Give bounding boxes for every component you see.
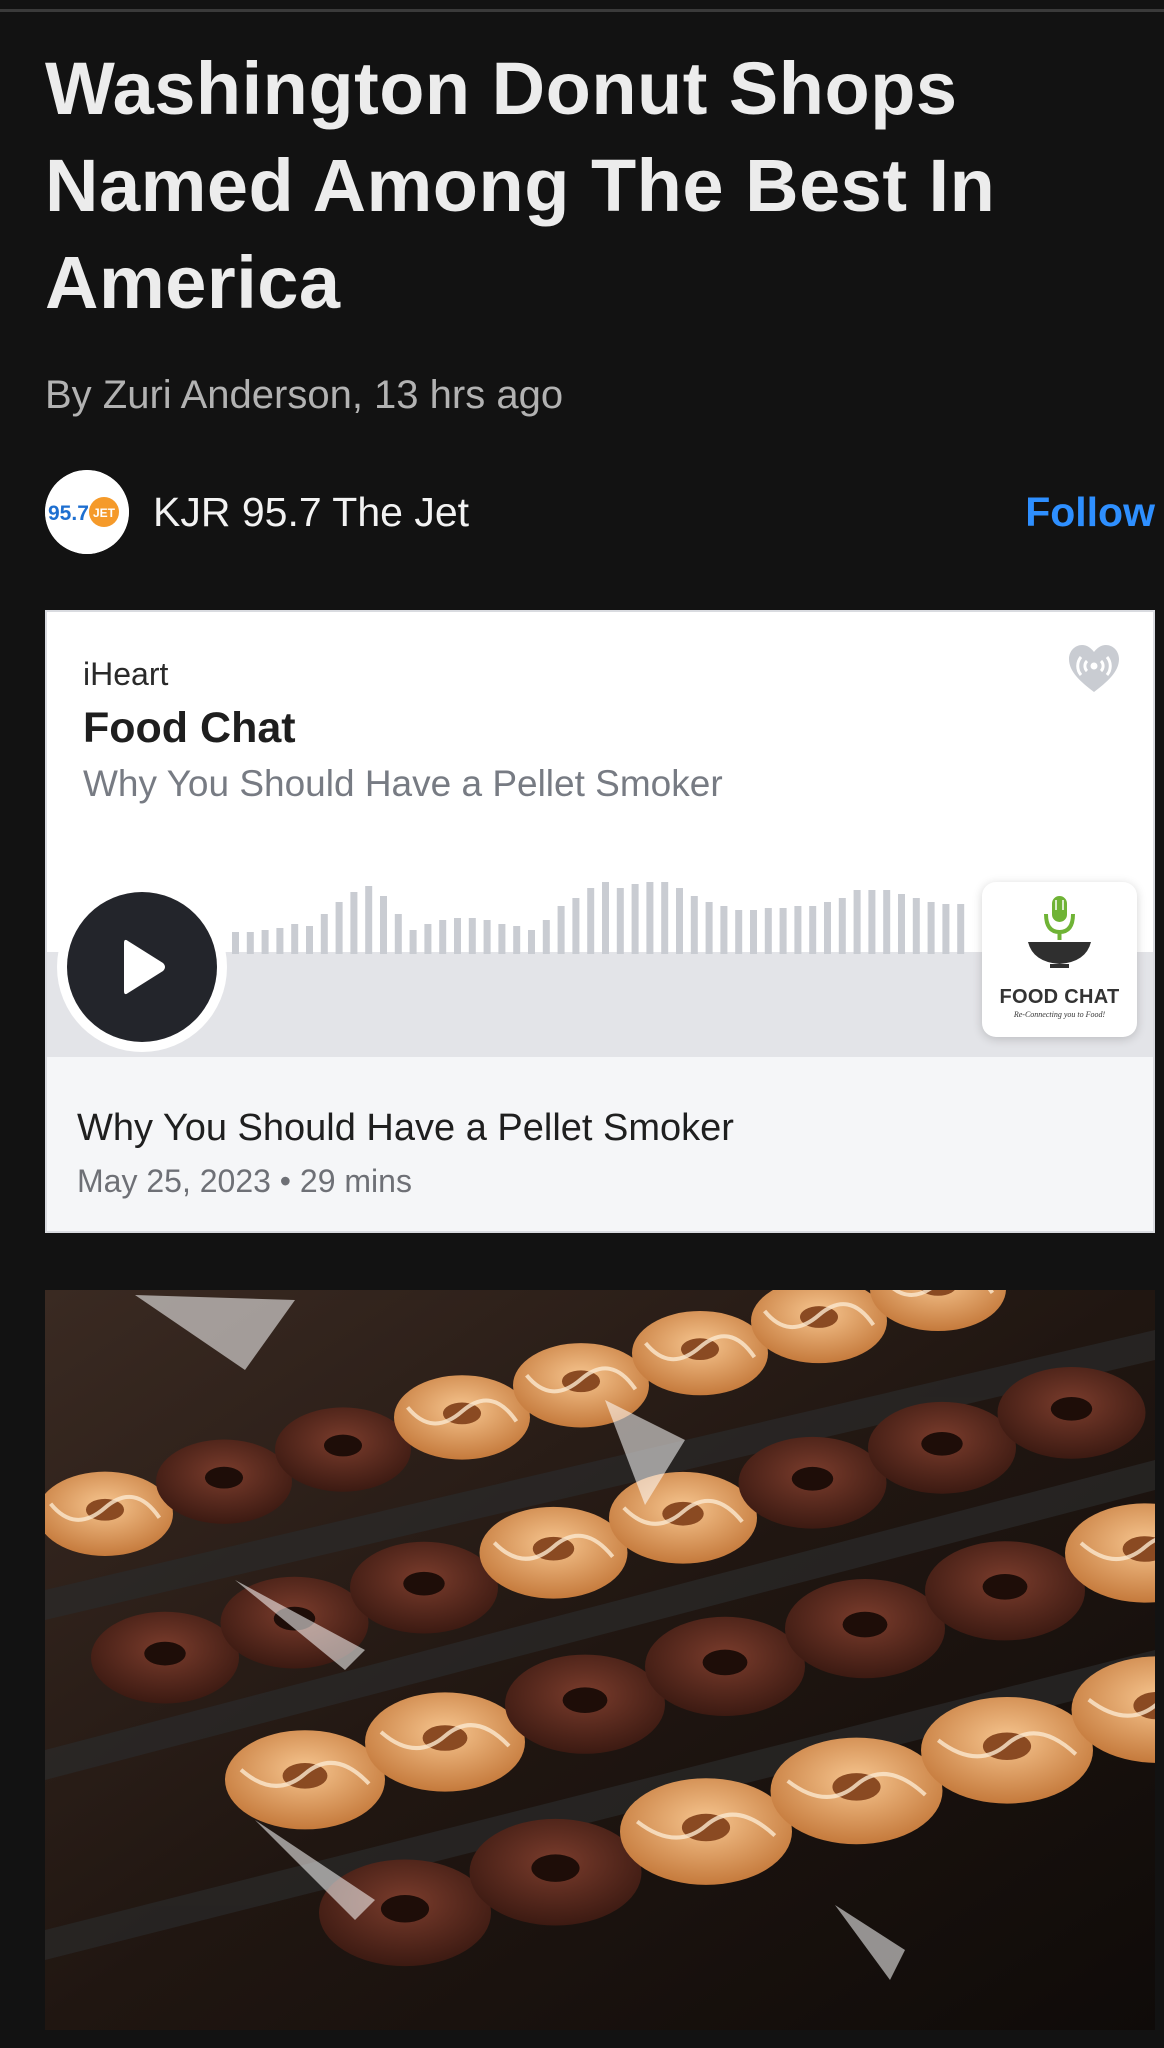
waveform-bar xyxy=(868,890,876,954)
waveform-bar xyxy=(720,906,728,954)
article-headline: Washington Donut Shops Named Among The B… xyxy=(45,47,996,324)
waveform-bar xyxy=(676,888,683,954)
top-divider xyxy=(0,0,1164,12)
donut-hole xyxy=(144,1641,186,1666)
donut-hole xyxy=(982,1574,1028,1600)
logo-badge: JET xyxy=(93,506,116,520)
donut-hole xyxy=(323,1434,363,1457)
donut-hole xyxy=(403,1571,445,1596)
waveform-bar xyxy=(246,932,254,954)
waveform-bar xyxy=(616,888,624,954)
waveform-bar xyxy=(735,910,743,954)
donut-hole xyxy=(204,1466,244,1489)
waveform-bar xyxy=(942,904,950,954)
waveform-bar xyxy=(483,920,491,954)
donut-hole xyxy=(791,1466,834,1491)
podcast-footer[interactable]: Why You Should Have a Pellet Smoker May … xyxy=(47,1057,1153,1231)
episode-title: Why You Should Have a Pellet Smoker xyxy=(77,1107,734,1149)
play-button[interactable] xyxy=(67,892,217,1042)
waveform-bar xyxy=(557,906,565,954)
article-hero-image xyxy=(45,1290,1155,2030)
donut-hole xyxy=(562,1687,608,1713)
waveform-bar xyxy=(261,930,269,954)
microphone-bowl-icon xyxy=(1028,896,1091,968)
waveform-bar xyxy=(350,892,358,954)
donut-hole xyxy=(842,1611,888,1638)
podcast-show-title[interactable]: Food Chat xyxy=(83,702,296,754)
waveform-bar xyxy=(602,882,609,954)
waveform-bar xyxy=(528,930,535,954)
donut-hole xyxy=(380,1895,430,1923)
donut-hole xyxy=(1050,1397,1093,1421)
waveform-bar xyxy=(631,884,639,954)
waveform-bar xyxy=(424,924,432,954)
waveform-bar xyxy=(498,924,506,954)
episode-meta: May 25, 2023 • 29 mins xyxy=(77,1163,412,1199)
waveform-bar xyxy=(380,896,387,954)
waveform-bar xyxy=(779,908,787,954)
waveform-bar xyxy=(468,918,476,954)
publisher-name[interactable]: KJR 95.7 The Jet xyxy=(153,488,469,536)
waveform-bar xyxy=(764,908,772,954)
waveform-bar xyxy=(365,886,373,954)
follow-button[interactable]: Follow xyxy=(1025,488,1155,536)
donut-display-photo xyxy=(45,1290,1155,2030)
donut-hole xyxy=(702,1649,748,1676)
waveform-bar xyxy=(898,894,905,954)
podcast-provider: iHeart xyxy=(83,656,169,692)
donut-hole xyxy=(921,1431,963,1456)
waveform-bar xyxy=(690,896,698,954)
waveform-bar xyxy=(809,906,817,954)
publisher-row: 95.7 JET KJR 95.7 The Jet Follow xyxy=(45,470,1155,554)
iheart-icon[interactable] xyxy=(1063,642,1125,694)
thumbnail-tagline: Re-Connecting you to Food! xyxy=(1013,1010,1106,1019)
podcast-embed-card[interactable]: iHeart Food Chat Why You Should Have a P… xyxy=(45,610,1155,1233)
waveform-bar xyxy=(276,928,284,954)
logo-text: 95.7 xyxy=(48,502,89,525)
waveform-bar xyxy=(439,920,447,954)
waveform-bar xyxy=(705,902,713,954)
article-byline: By Zuri Anderson, 13 hrs ago xyxy=(45,373,564,417)
play-icon xyxy=(124,939,165,995)
waveform-bar xyxy=(853,890,861,954)
waveform-bar xyxy=(838,898,846,954)
waveform-bar xyxy=(646,882,654,954)
podcast-episode-title: Why You Should Have a Pellet Smoker xyxy=(83,763,723,804)
waveform-bar xyxy=(883,890,891,954)
podcast-thumbnail[interactable]: FOOD CHAT Re-Connecting you to Food! xyxy=(982,882,1137,1037)
waveform-bar xyxy=(750,910,757,954)
waveform-bar xyxy=(306,926,313,954)
waveform-bar xyxy=(927,902,935,954)
waveform-bar xyxy=(912,898,920,954)
waveform-bar xyxy=(794,906,802,954)
waveform-bar xyxy=(572,898,580,954)
waveform-bar xyxy=(587,888,595,954)
waveform-bar xyxy=(661,882,669,954)
donut-hole xyxy=(531,1854,580,1882)
waveform-bar xyxy=(320,914,328,954)
waveform-bar xyxy=(824,902,831,954)
waveform-bar xyxy=(291,924,299,954)
waveform-bar xyxy=(454,918,461,954)
thumbnail-title: FOOD CHAT xyxy=(999,986,1120,1008)
waveform-bar xyxy=(957,904,965,954)
waveform-bar xyxy=(542,920,550,954)
waveform-bar xyxy=(513,926,521,954)
waveform-bar xyxy=(232,932,239,954)
waveform-bar xyxy=(394,914,402,954)
audio-waveform[interactable] xyxy=(232,882,982,954)
waveform-bar xyxy=(335,902,343,954)
publisher-logo[interactable]: 95.7 JET xyxy=(45,470,129,554)
waveform-bar xyxy=(409,930,417,954)
station-logo-icon: 95.7 JET xyxy=(45,470,129,554)
